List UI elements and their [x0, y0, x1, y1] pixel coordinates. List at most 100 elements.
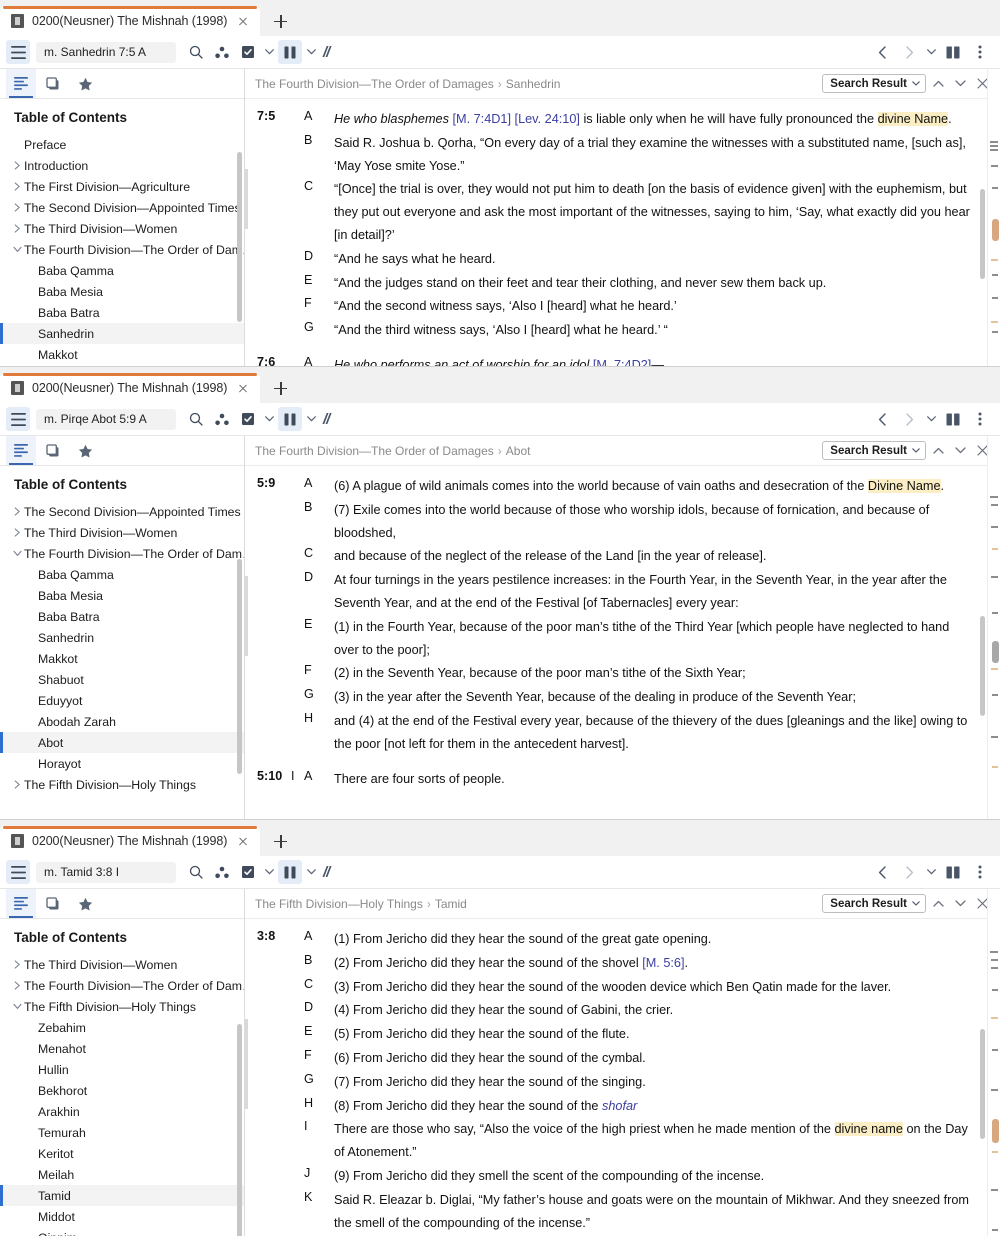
toc-item[interactable]: The Fourth Division—The Order of Dam… [0, 975, 244, 996]
table-of-contents-list[interactable]: The Third Division—Women The Fourth Divis… [0, 954, 244, 1236]
search-next-icon[interactable] [950, 441, 970, 461]
chevron-right-icon[interactable] [897, 40, 921, 64]
toc-item[interactable]: Arakhin [0, 1101, 244, 1122]
toc-item[interactable]: The Third Division—Women [0, 954, 244, 975]
search-prev-icon[interactable] [928, 894, 948, 914]
document-scrollbar-thumb[interactable] [980, 1029, 985, 1139]
document-minimap[interactable] [987, 69, 1000, 366]
toc-item[interactable]: Horayot [0, 753, 244, 774]
sidebar-tab-notes[interactable] [38, 436, 68, 465]
sidebar-tab-favorites[interactable] [70, 889, 100, 918]
pane-resize-grip[interactable] [245, 576, 248, 656]
hamburger-menu-icon[interactable] [6, 860, 30, 884]
three-dot-cluster-icon[interactable] [210, 40, 234, 64]
chevron-down-icon[interactable] [262, 40, 276, 64]
cross-reference-link[interactable]: [M. 5:6] [642, 956, 684, 970]
toc-item[interactable]: Baba Mesia [0, 585, 244, 606]
double-slash-icon[interactable]: // [320, 411, 332, 428]
split-pane-icon[interactable] [941, 40, 965, 64]
toc-item[interactable]: Hullin [0, 1059, 244, 1080]
search-icon[interactable] [184, 860, 208, 884]
toc-item[interactable]: Middot [0, 1206, 244, 1227]
two-column-icon[interactable] [278, 407, 302, 431]
vertical-dots-menu-icon[interactable] [968, 40, 992, 64]
search-result-dropdown[interactable]: Search Result [822, 894, 926, 913]
address-input[interactable]: m. Sanhedrin 7:5 A [36, 41, 176, 63]
minimap-thumb[interactable] [992, 1119, 999, 1143]
toc-item[interactable]: Zebahim [0, 1017, 244, 1038]
chevron-right-icon[interactable] [897, 860, 921, 884]
search-result-dropdown[interactable]: Search Result [822, 74, 926, 93]
sidebar-tab-table-of-contents[interactable] [6, 889, 36, 918]
chevron-down-icon[interactable] [924, 407, 938, 431]
chevron-down-icon[interactable] [262, 407, 276, 431]
chevron-right-icon[interactable] [897, 407, 921, 431]
toc-item[interactable]: The Fourth Division—The Order of Dam… [0, 543, 244, 564]
toc-item[interactable]: The Third Division—Women [0, 522, 244, 543]
hamburger-menu-icon[interactable] [6, 40, 30, 64]
toc-item[interactable]: Baba Qamma [0, 260, 244, 281]
document-scrollbar-thumb[interactable] [980, 189, 985, 279]
sidebar-tab-notes[interactable] [38, 69, 68, 98]
sidebar-scrollbar-thumb[interactable] [237, 152, 242, 322]
breadcrumb[interactable]: The Fourth Division—The Order of Damages… [255, 77, 560, 91]
chevron-right-icon[interactable] [10, 528, 24, 537]
toc-item[interactable]: Tamid [0, 1185, 244, 1206]
search-next-icon[interactable] [950, 894, 970, 914]
address-input[interactable]: m. Pirqe Abot 5:9 A [36, 408, 176, 430]
toc-item[interactable]: Makkot [0, 344, 244, 363]
toc-item[interactable]: The First Division—Agriculture [0, 176, 244, 197]
chevron-down-icon[interactable] [924, 40, 938, 64]
toc-item[interactable]: Baba Qamma [0, 564, 244, 585]
browser-tab[interactable]: 0200(Neusner) The Mishnah (1998) [0, 6, 261, 36]
cross-reference-link[interactable]: [M. 7:4D1] [452, 112, 511, 126]
chevron-down-icon[interactable] [10, 246, 24, 253]
toc-item[interactable]: Qinnim [0, 1227, 244, 1236]
sidebar-scrollbar-thumb[interactable] [237, 559, 242, 774]
chevron-right-icon[interactable] [10, 203, 24, 212]
vertical-dots-menu-icon[interactable] [968, 860, 992, 884]
chevron-down-icon[interactable] [304, 407, 318, 431]
toc-item[interactable]: Keritot [0, 1143, 244, 1164]
sidebar-tab-favorites[interactable] [70, 436, 100, 465]
chevron-down-icon[interactable] [262, 860, 276, 884]
close-icon[interactable] [235, 380, 251, 396]
chevron-down-icon[interactable] [10, 550, 24, 557]
table-of-contents-list[interactable]: The Second Division—Appointed Times The T… [0, 501, 244, 816]
browser-tab[interactable]: 0200(Neusner) The Mishnah (1998) [0, 826, 261, 856]
toc-item[interactable]: Bekhorot [0, 1080, 244, 1101]
vertical-dots-menu-icon[interactable] [968, 407, 992, 431]
chevron-left-icon[interactable] [870, 40, 894, 64]
three-dot-cluster-icon[interactable] [210, 860, 234, 884]
chevron-right-icon[interactable] [10, 161, 24, 170]
minimap-thumb[interactable] [992, 641, 999, 663]
new-tab-icon[interactable] [266, 374, 294, 402]
browser-tab[interactable]: 0200(Neusner) The Mishnah (1998) [0, 373, 261, 403]
table-of-contents-list[interactable]: Preface Introduction The First Division—Ag… [0, 134, 244, 363]
search-prev-icon[interactable] [928, 441, 948, 461]
hamburger-menu-icon[interactable] [6, 407, 30, 431]
two-column-icon[interactable] [278, 860, 302, 884]
sidebar-tab-table-of-contents[interactable] [6, 69, 36, 98]
cross-reference-link[interactable]: [M. 7:4D2] [593, 358, 652, 366]
minimap-thumb[interactable] [992, 219, 999, 241]
chevron-down-icon[interactable] [304, 860, 318, 884]
toc-item[interactable]: Abodah Zarah [0, 711, 244, 732]
toc-item[interactable]: The Fourth Division—The Order of Dam… [0, 239, 244, 260]
double-slash-icon[interactable]: // [320, 864, 332, 881]
chevron-right-icon[interactable] [10, 507, 24, 516]
search-result-dropdown[interactable]: Search Result [822, 441, 926, 460]
toc-item[interactable]: The Fifth Division—Holy Things [0, 774, 244, 795]
close-icon[interactable] [235, 13, 251, 29]
toc-item[interactable]: Sanhedrin [0, 323, 244, 344]
split-pane-icon[interactable] [941, 860, 965, 884]
toc-item[interactable]: Introduction [0, 155, 244, 176]
toc-item[interactable]: Abot [0, 732, 244, 753]
toc-item[interactable]: The Fifth Division—Holy Things [0, 996, 244, 1017]
breadcrumb[interactable]: The Fifth Division—Holy Things › Tamid [255, 897, 467, 911]
split-pane-icon[interactable] [941, 407, 965, 431]
search-icon[interactable] [184, 40, 208, 64]
toc-item[interactable]: Baba Batra [0, 302, 244, 323]
toc-item[interactable]: Meilah [0, 1164, 244, 1185]
chevron-down-icon[interactable] [304, 40, 318, 64]
